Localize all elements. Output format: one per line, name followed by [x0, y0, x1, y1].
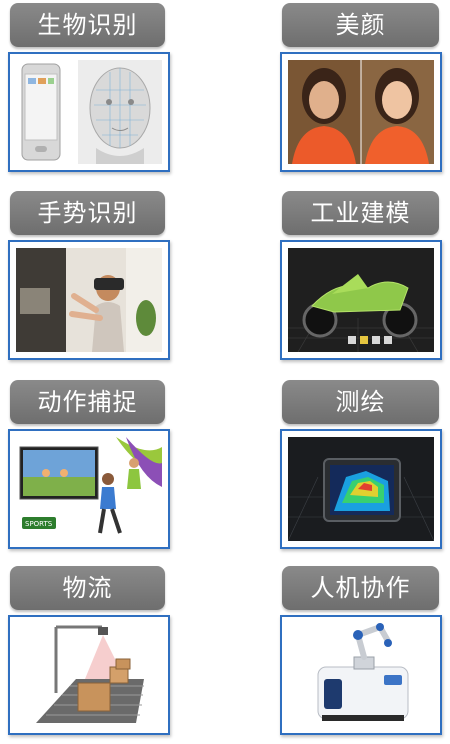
- biometrics-image: [16, 60, 162, 164]
- human-robot-collaboration-image: [288, 623, 434, 727]
- label-industrial-modeling: 工业建模: [282, 191, 439, 235]
- label-gesture: 手势识别: [10, 191, 165, 235]
- gesture-image: [16, 248, 162, 352]
- label-biometrics: 生物识别: [10, 3, 165, 47]
- tile-biometrics[interactable]: [8, 52, 170, 172]
- tile-gesture[interactable]: [8, 240, 170, 360]
- label-logistics: 物流: [10, 566, 165, 610]
- logistics-image: [16, 623, 162, 727]
- tile-industrial-modeling[interactable]: [280, 240, 442, 360]
- label-motion-capture: 动作捕捉: [10, 380, 165, 424]
- tile-logistics[interactable]: [8, 615, 170, 735]
- label-human-robot-collaboration: 人机协作: [282, 566, 439, 610]
- motion-capture-image: SPORTS: [16, 437, 162, 541]
- surveying-image: [288, 437, 434, 541]
- label-beauty: 美颜: [282, 3, 439, 47]
- beauty-image: [288, 60, 434, 164]
- label-surveying: 测绘: [282, 380, 439, 424]
- tile-human-robot-collaboration[interactable]: [280, 615, 442, 735]
- tile-motion-capture[interactable]: SPORTS: [8, 429, 170, 549]
- industrial-modeling-image: [288, 248, 434, 352]
- sports-badge-text: SPORTS: [25, 520, 53, 528]
- tile-surveying[interactable]: [280, 429, 442, 549]
- tile-beauty[interactable]: [280, 52, 442, 172]
